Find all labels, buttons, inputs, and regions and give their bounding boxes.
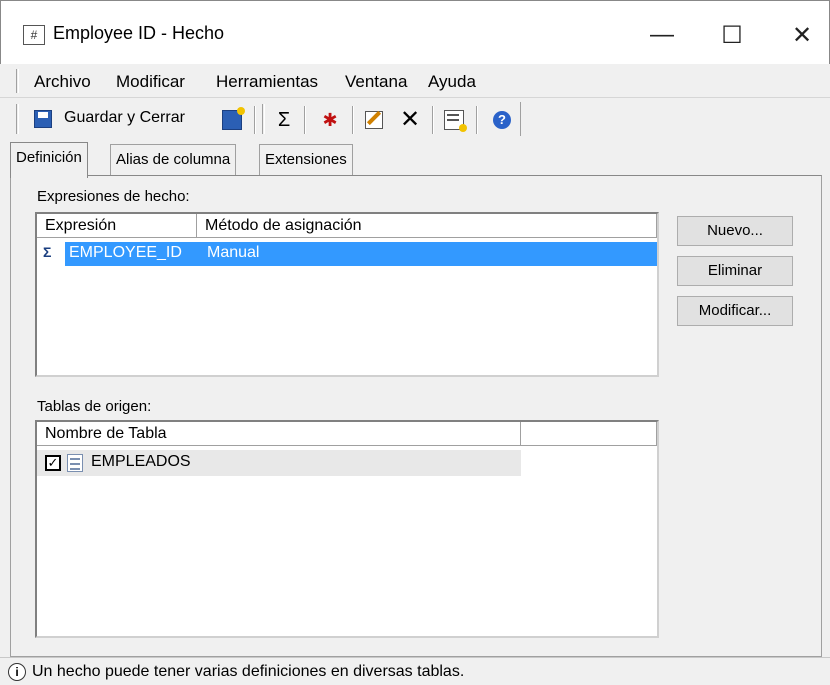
table-row[interactable]: EMPLOYEE_ID Manual [65, 242, 657, 266]
toolbar-separator [476, 106, 478, 134]
toolbar-separator [432, 106, 434, 134]
column-header-expresion[interactable]: Expresión [37, 214, 197, 238]
menu-modificar[interactable]: Modificar [116, 72, 185, 92]
toolbar-end [520, 102, 522, 136]
delete-button[interactable]: Eliminar [677, 256, 793, 286]
minimize-button[interactable]: — [637, 15, 687, 55]
insert-function-icon[interactable]: ✱ [318, 108, 342, 132]
title-bar: # Employee ID - Hecho — ☐ ✕ [0, 0, 830, 64]
status-text: Un hecho puede tener varias definiciones… [32, 663, 465, 680]
table-name-cell: EMPLEADOS [91, 453, 191, 470]
save-close-label: Guardar y Cerrar [64, 109, 185, 126]
menu-bar: Archivo Modificar Herramientas Ventana A… [0, 64, 830, 98]
status-bar: i Un hecho puede tener varias definicion… [0, 657, 830, 685]
close-button[interactable]: ✕ [777, 15, 827, 55]
info-icon: i [8, 663, 26, 681]
save-icon [34, 110, 52, 128]
expressions-list[interactable]: Expresión Método de asignación Σ EMPLOYE… [35, 212, 659, 377]
window-title: Employee ID - Hecho [53, 23, 225, 43]
menu-herramientas[interactable]: Herramientas [216, 72, 318, 92]
save-close-button[interactable]: Guardar y Cerrar [30, 104, 210, 134]
menu-ayuda[interactable]: Ayuda [428, 72, 476, 92]
app-icon: # [23, 25, 45, 45]
tab-alias-columna[interactable]: Alias de columna [110, 144, 237, 176]
toolbar: Guardar y Cerrar Σ ✱ ✕ ? [0, 98, 830, 140]
table-row[interactable]: ✓ EMPLEADOS [37, 450, 521, 476]
tab-extensiones[interactable]: Extensiones [259, 144, 353, 176]
expression-row-icon: Σ [43, 244, 52, 260]
column-header-metodo[interactable]: Método de asignación [197, 214, 657, 238]
toolbar-separator [304, 106, 306, 134]
column-header-empty[interactable] [521, 422, 657, 446]
toolbar-separator [254, 106, 256, 134]
source-tables-list[interactable]: Nombre de Tabla ✓ EMPLEADOS [35, 420, 659, 638]
menubar-grip[interactable] [16, 69, 19, 93]
new-button[interactable]: Nuevo... [677, 216, 793, 246]
row-checkbox[interactable]: ✓ [45, 455, 61, 471]
menu-ventana[interactable]: Ventana [345, 72, 407, 92]
column-header-nombre-tabla[interactable]: Nombre de Tabla [37, 422, 521, 446]
menu-archivo[interactable]: Archivo [34, 72, 91, 92]
method-cell: Manual [207, 244, 260, 261]
toolbar-grip-2 [262, 104, 265, 134]
save-as-icon[interactable] [220, 107, 245, 132]
edit-icon[interactable] [362, 108, 386, 132]
help-icon[interactable]: ? [490, 108, 514, 132]
properties-icon[interactable] [442, 108, 467, 132]
tab-definicion[interactable]: Definición [10, 142, 88, 178]
expressions-label: Expresiones de hecho: [37, 188, 190, 205]
delete-icon[interactable]: ✕ [398, 108, 422, 132]
expression-cell: EMPLOYEE_ID [69, 244, 182, 261]
table-icon [67, 454, 83, 472]
toolbar-separator [352, 106, 354, 134]
source-tables-label: Tablas de origen: [37, 398, 152, 415]
expression-icon[interactable]: Σ [272, 108, 296, 132]
maximize-button[interactable]: ☐ [707, 15, 757, 55]
toolbar-grip[interactable] [16, 104, 19, 134]
modify-button[interactable]: Modificar... [677, 296, 793, 326]
